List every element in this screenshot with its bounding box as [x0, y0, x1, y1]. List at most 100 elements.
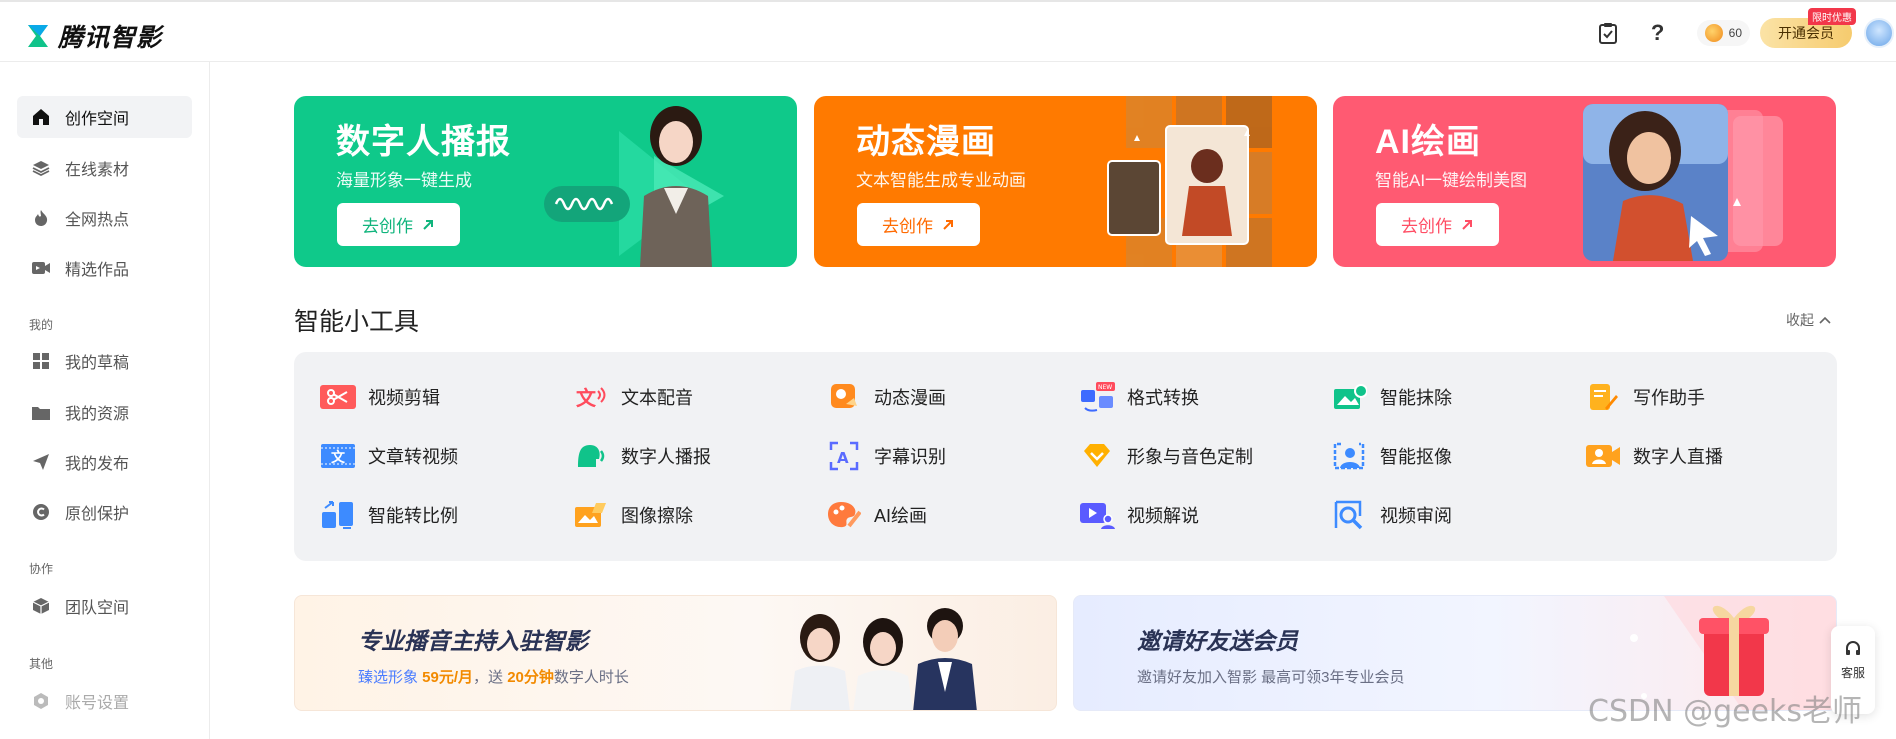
app-name: 腾讯智影	[58, 24, 163, 52]
promo-title: 专业播音主持入驻智影	[358, 628, 588, 654]
sidebar-item-label: 全网热点	[65, 212, 130, 229]
banner-title: 数字人播报	[336, 123, 511, 161]
banner-create-button[interactable]: 去创作	[337, 203, 460, 246]
coin-count: 60	[1728, 26, 1742, 40]
tool-label: 动态漫画	[874, 388, 946, 408]
sidebar-item-account-settings[interactable]: 账号设置	[17, 680, 192, 722]
image-erase-icon	[573, 499, 609, 531]
promo-anchor-host[interactable]: 专业播音主持入驻智影 臻选形象 59元/月，送 20分钟数字人时长	[294, 595, 1057, 711]
folder-icon	[31, 402, 51, 422]
vip-button[interactable]: 开通会员 限时优惠	[1760, 8, 1856, 48]
banner-ai-painting[interactable]: AI绘画 智能AI一键绘制美图 去创作	[1333, 96, 1836, 267]
promo-title: 邀请好友送会员	[1137, 628, 1298, 654]
sidebar-item-featured[interactable]: 精选作品	[17, 247, 192, 289]
help-icon[interactable]: ?	[1647, 20, 1669, 45]
ratio-icon	[320, 499, 356, 531]
promo-subtitle: 邀请好友加入智影 最高可领3年专业会员	[1137, 669, 1405, 686]
copyright-icon	[31, 502, 51, 522]
top-bar: 腾讯智影 ? 60 开通会员 限时优惠	[0, 0, 1896, 62]
coin-balance[interactable]: 60	[1696, 20, 1750, 46]
write-icon	[1585, 381, 1621, 413]
sidebar-item-label: 精选作品	[65, 262, 130, 279]
collapse-button[interactable]: 收起	[1786, 310, 1831, 330]
sidebar-item-materials[interactable]: 在线素材	[17, 147, 192, 189]
tool-subtitle-recognition[interactable]: A 字幕识别	[826, 440, 946, 472]
flame-icon	[31, 208, 51, 228]
tool-format-convert[interactable]: NEW 格式转换	[1079, 381, 1199, 413]
narration-icon	[1079, 499, 1115, 531]
review-icon	[1332, 499, 1368, 531]
promo-subtitle: 臻选形象 59元/月，送 20分钟数字人时长	[358, 669, 629, 686]
tool-digital-human-broadcast[interactable]: 数字人播报	[573, 440, 711, 472]
sidebar-item-drafts[interactable]: 我的草稿	[17, 340, 192, 382]
sidebar-item-label: 账号设置	[65, 695, 130, 712]
tool-video-narration[interactable]: 视频解说	[1079, 499, 1199, 531]
headset-icon	[1846, 641, 1860, 655]
tool-writing-assistant[interactable]: 写作助手	[1585, 381, 1705, 413]
matting-icon	[1332, 440, 1368, 472]
comic-icon	[826, 381, 862, 413]
tool-label: 视频解说	[1127, 506, 1199, 526]
tool-article-to-video[interactable]: 文 文章转视频	[320, 440, 458, 472]
sidebar-item-label: 在线素材	[65, 162, 130, 179]
banner-subtitle: 海量形象一键生成	[336, 171, 472, 190]
arrow-up-right-icon	[943, 219, 953, 230]
sidebar-item-hot[interactable]: 全网热点	[17, 197, 192, 239]
sidebar-item-resources[interactable]: 我的资源	[17, 391, 192, 433]
home-icon	[31, 107, 51, 127]
vip-promo-badge: 限时优惠	[1808, 8, 1856, 25]
subtitle-icon: A	[826, 440, 862, 472]
tool-label: 智能抠像	[1380, 447, 1452, 467]
button-label: 去创作	[362, 217, 413, 236]
tool-digital-human-live[interactable]: 数字人直播	[1585, 440, 1723, 472]
banner-dynamic-comic[interactable]: 动态漫画 文本智能生成专业动画 去创作	[814, 96, 1317, 267]
tool-ai-painting[interactable]: AI绘画	[826, 499, 927, 531]
tool-label: 格式转换	[1127, 388, 1199, 408]
tool-avatar-voice-custom[interactable]: 形象与音色定制	[1079, 440, 1253, 472]
arrow-up-right-icon	[1462, 219, 1472, 230]
vip-label: 开通会员	[1778, 25, 1834, 41]
section-other: 其他	[29, 657, 54, 671]
settings-icon	[31, 691, 51, 711]
tool-smart-erase[interactable]: 智能抹除	[1332, 381, 1452, 413]
video-icon	[31, 258, 51, 278]
tool-label: 图像擦除	[621, 506, 693, 526]
banner-title: 动态漫画	[856, 123, 996, 161]
banner-create-button[interactable]: 去创作	[857, 203, 980, 246]
sidebar-item-label: 原创保护	[65, 506, 130, 523]
tool-video-review[interactable]: 视频审阅	[1332, 499, 1452, 531]
tool-label: 数字人直播	[1633, 447, 1723, 467]
tool-image-erase[interactable]: 图像擦除	[573, 499, 693, 531]
sidebar-item-label: 创作空间	[65, 111, 130, 128]
tool-smart-matting[interactable]: 智能抠像	[1332, 440, 1452, 472]
sidebar-item-team[interactable]: 团队空间	[17, 585, 192, 627]
logo[interactable]: 腾讯智影	[26, 18, 162, 54]
tool-dynamic-comic[interactable]: 动态漫画	[826, 381, 946, 413]
sidebar-item-label: 我的发布	[65, 456, 130, 473]
sidebar: 创作空间 在线素材 全网热点 精选作品 我的 我的草稿 我的资源 我的发布 原创…	[0, 62, 210, 739]
tool-label: 视频剪辑	[368, 388, 440, 408]
comic-illustration	[1094, 96, 1317, 267]
collapse-label: 收起	[1786, 312, 1814, 328]
ai-painting-illustration	[1583, 104, 1783, 261]
diamond-icon	[1079, 440, 1115, 472]
sidebar-item-copyright[interactable]: 原创保护	[17, 491, 192, 533]
scissors-icon	[320, 381, 356, 413]
clipboard-icon[interactable]	[1597, 22, 1619, 44]
banner-digital-human[interactable]: 数字人播报 海量形象一键生成 去创作	[294, 96, 797, 267]
logo-icon	[28, 25, 48, 47]
avatar[interactable]	[1864, 18, 1894, 48]
tools-section-title: 智能小工具	[294, 308, 420, 336]
chevron-up-icon	[1819, 316, 1831, 324]
banner-create-button[interactable]: 去创作	[1376, 203, 1499, 246]
tool-text-voice[interactable]: 文 文本配音	[573, 381, 693, 413]
sidebar-item-published[interactable]: 我的发布	[17, 441, 192, 483]
tool-smart-ratio[interactable]: 智能转比例	[320, 499, 458, 531]
tool-label: 数字人播报	[621, 447, 711, 467]
banner-title: AI绘画	[1375, 123, 1481, 161]
article-video-icon: 文	[320, 440, 356, 472]
tool-label: 智能抹除	[1380, 388, 1452, 408]
sidebar-item-create-space[interactable]: 创作空间	[17, 96, 192, 138]
tool-video-edit[interactable]: 视频剪辑	[320, 381, 440, 413]
arrow-up-right-icon	[423, 219, 433, 230]
